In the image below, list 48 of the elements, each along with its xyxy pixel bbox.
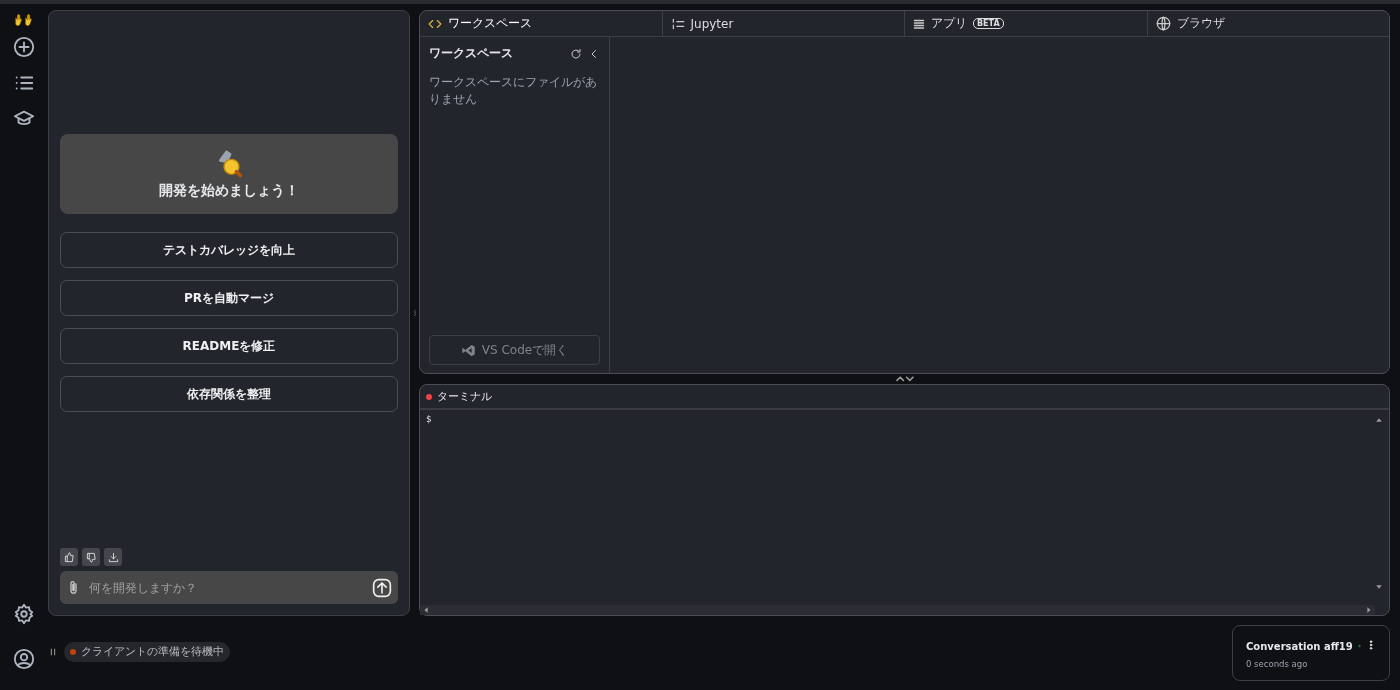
status-chip: クライアントの準備を待機中 [64, 642, 230, 662]
thumbs-up-button[interactable] [60, 548, 78, 566]
numbered-list-icon [670, 16, 685, 31]
resize-handle-icon [894, 374, 915, 382]
arrow-up-icon [372, 577, 392, 598]
pause-button[interactable] [48, 646, 58, 658]
message-input[interactable]: 何を開発しますか？ [87, 579, 366, 596]
thumbs-down-button[interactable] [82, 548, 100, 566]
scroll-up-icon [1375, 416, 1383, 424]
thumbs-up-icon [63, 551, 75, 563]
add-icon [13, 36, 35, 58]
conversation-card[interactable]: Conversation aff19 0 seconds ago [1232, 625, 1390, 681]
suggestion-button[interactable]: 依存関係を整理 [60, 376, 398, 412]
tab[interactable]: ワークスペース [420, 11, 663, 36]
refresh-icon [570, 47, 582, 60]
download-button[interactable] [104, 548, 122, 566]
message-field[interactable]: 何を開発しますか？ [60, 571, 398, 604]
conversation-title: Conversation aff19 [1246, 640, 1353, 652]
settings-icon [13, 603, 35, 625]
account-button[interactable] [13, 648, 35, 670]
scroll-down-icon [1375, 583, 1383, 591]
status-dot [426, 393, 432, 400]
suggestion-button[interactable]: PRを自動マージ [60, 280, 398, 316]
open-vscode-button[interactable]: VS Codeで開く [429, 335, 600, 365]
tab[interactable]: アプリ BETA [905, 11, 1148, 36]
empty-message: ワークスペースにファイルがありません [429, 74, 598, 108]
vscode-icon [460, 342, 476, 358]
tab[interactable]: ブラウザ [1147, 11, 1389, 36]
globe-icon [1155, 16, 1171, 31]
stack-icon [913, 17, 925, 30]
user-icon [13, 648, 35, 670]
welcome-title: 開発を始めましょう！ [159, 182, 299, 200]
pause-icon [48, 646, 58, 658]
suggestion-button[interactable]: READMEを修正 [60, 328, 398, 364]
suggestion-button[interactable]: テストカバレッジを向上 [60, 232, 398, 268]
thumbs-down-icon [85, 551, 97, 563]
terminal-prompt: $ [425, 413, 433, 426]
scroll-right-icon [1365, 606, 1373, 614]
new-button[interactable] [13, 36, 35, 58]
workspace-title: ワークスペース [429, 45, 514, 62]
send-button[interactable] [372, 577, 392, 598]
download-icon [107, 551, 119, 563]
settings-button[interactable] [13, 603, 35, 625]
tab[interactable]: Jupyter [662, 11, 905, 36]
scroll-left-icon [422, 606, 430, 614]
conversation-time: 0 seconds ago [1246, 659, 1309, 669]
terminal-title: ターミナル [437, 389, 492, 404]
horizontal-scrollbar[interactable] [420, 605, 1375, 615]
